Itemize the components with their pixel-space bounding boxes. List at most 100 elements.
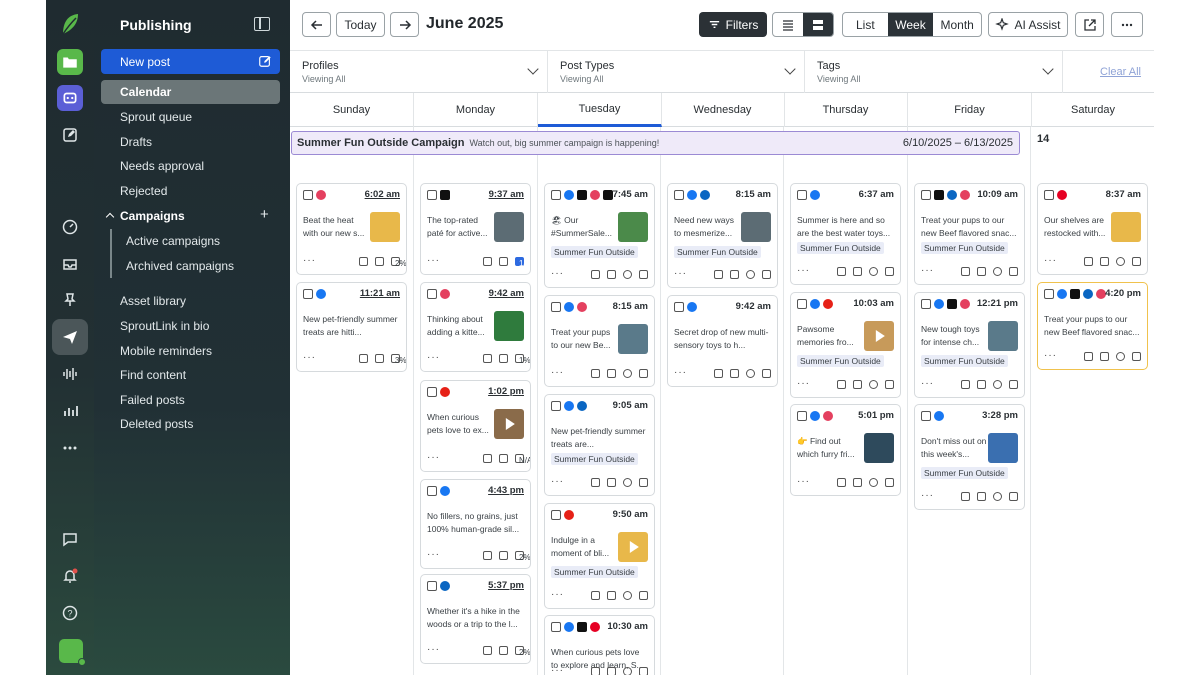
campaign-banner[interactable]: Summer Fun Outside Campaign Watch out, b… (291, 131, 1020, 155)
nav-item-sprout-queue[interactable]: Sprout queue (120, 105, 192, 129)
preview-eye-icon[interactable] (869, 266, 878, 276)
tag-icon[interactable] (591, 477, 600, 487)
nav-item-asset-library[interactable]: Asset library (120, 289, 186, 313)
edit-pencil-icon[interactable] (1009, 379, 1018, 389)
preview-eye-icon[interactable] (993, 491, 1002, 501)
post-card[interactable]: 9:05 am New pet-friendly summer treats ar… (544, 394, 655, 496)
preview-eye-icon[interactable] (746, 368, 755, 378)
post-thumbnail[interactable] (741, 212, 771, 242)
avatar[interactable] (59, 639, 86, 666)
comment-icon[interactable] (977, 266, 986, 276)
today-button[interactable]: Today (336, 12, 385, 37)
post-card[interactable]: 10:30 am When curious pets love to explor… (544, 615, 655, 675)
profiles-filter[interactable]: Profiles Viewing All (290, 51, 548, 93)
add-campaign-icon[interactable]: + (260, 207, 269, 222)
comment-icon[interactable] (607, 666, 616, 675)
tag-icon[interactable] (1084, 351, 1093, 361)
tag-icon[interactable] (961, 379, 970, 389)
pin-icon[interactable] (53, 283, 87, 317)
post-card[interactable]: 9:42 am Thinking about adding a kitte... ·… (420, 282, 531, 372)
nav-item-needs-approval[interactable]: Needs approval (120, 154, 204, 178)
comment-icon[interactable] (607, 477, 616, 487)
comment-icon[interactable] (1100, 351, 1109, 361)
tag-icon[interactable] (483, 453, 492, 463)
tag-icon[interactable] (714, 269, 723, 279)
comment-icon[interactable] (607, 590, 616, 600)
compact-view-icon[interactable] (773, 13, 803, 36)
edit-pencil-icon[interactable] (885, 266, 894, 276)
nav-item-deleted-posts[interactable]: Deleted posts (120, 412, 193, 436)
post-thumbnail[interactable] (618, 324, 648, 354)
comment-icon[interactable] (853, 477, 862, 487)
more-dots-icon[interactable]: ··· (674, 368, 687, 378)
comment-icon[interactable] (1100, 256, 1109, 266)
edit-pencil-icon[interactable] (762, 368, 771, 378)
tag-icon[interactable] (359, 256, 368, 266)
comment-icon[interactable] (730, 269, 739, 279)
view-switcher[interactable]: List Week Month (842, 12, 982, 37)
comment-icon[interactable] (499, 256, 508, 266)
nav-item-calendar[interactable]: Calendar (101, 80, 280, 104)
tag-icon[interactable] (483, 256, 492, 266)
post-card[interactable]: 4:43 pm No fillers, no grains, just 100% … (420, 479, 531, 569)
more-dots-icon[interactable]: ··· (303, 256, 316, 266)
post-card[interactable]: 10:09 am Treat your pups to our new Beef … (914, 183, 1025, 285)
more-dots-icon[interactable]: ··· (551, 269, 564, 279)
more-options-button[interactable] (1111, 12, 1143, 37)
comment-icon[interactable] (730, 368, 739, 378)
preview-eye-icon[interactable] (1116, 256, 1125, 266)
post-card[interactable]: 8:15 am Treat your pups to our new Be... ·… (544, 295, 655, 387)
tag-icon[interactable] (591, 666, 600, 675)
post-card[interactable]: 1:02 pm When curious pets love to ex... ··… (420, 380, 531, 472)
more-dots-icon[interactable]: ··· (551, 590, 564, 600)
post-card[interactable]: 8:37 am Our shelves are restocked with...… (1037, 183, 1148, 275)
tag-icon[interactable] (837, 477, 846, 487)
post-thumbnail[interactable] (370, 212, 400, 242)
preview-eye-icon[interactable] (623, 477, 632, 487)
send-plane-icon[interactable] (52, 319, 88, 355)
comment-icon[interactable] (607, 269, 616, 279)
comment-icon[interactable] (499, 645, 508, 655)
edit-pencil-icon[interactable] (1132, 256, 1141, 266)
tag-icon[interactable] (714, 368, 723, 378)
more-dots-icon[interactable]: ··· (921, 491, 934, 501)
comment-icon[interactable] (607, 368, 616, 378)
tag-icon[interactable] (591, 590, 600, 600)
previous-week-button[interactable] (302, 12, 331, 37)
post-card[interactable]: 5:37 pm Whether it's a hike in the woods … (420, 574, 531, 664)
post-card[interactable]: 5:01 pm 👉 Find out which furry fri... ··· (790, 404, 901, 496)
reports-bar-icon[interactable] (53, 394, 87, 428)
tag-icon[interactable] (591, 368, 600, 378)
edit-pencil-icon[interactable] (762, 269, 771, 279)
more-dots-icon[interactable]: ··· (551, 368, 564, 378)
post-card[interactable]: 6:02 am Beat the heat with our new s... ··… (296, 183, 407, 275)
tag-icon[interactable] (837, 379, 846, 389)
nav-item-rejected[interactable]: Rejected (120, 179, 167, 203)
tags-filter[interactable]: Tags Viewing All (805, 51, 1063, 93)
view-month-button[interactable]: Month (933, 13, 981, 36)
tag-icon[interactable] (483, 550, 492, 560)
notifications-bell-icon[interactable] (53, 559, 87, 593)
preview-eye-icon[interactable] (623, 590, 632, 600)
feedback-icon[interactable] (53, 522, 87, 556)
tag-icon[interactable] (591, 269, 600, 279)
collapse-sidebar-icon[interactable] (254, 17, 270, 31)
more-dots-icon[interactable]: ··· (1044, 256, 1057, 266)
more-dots-icon[interactable]: ··· (551, 666, 564, 675)
preview-eye-icon[interactable] (993, 266, 1002, 276)
tag-icon[interactable] (359, 353, 368, 363)
preview-eye-icon[interactable] (623, 666, 632, 675)
publishing-folder-icon[interactable] (57, 49, 83, 75)
view-list-button[interactable]: List (843, 13, 888, 36)
edit-pencil-icon[interactable] (885, 477, 894, 487)
help-icon[interactable]: ? (53, 596, 87, 630)
post-card[interactable]: 12:21 pm New tough toys for intense ch...… (914, 292, 1025, 398)
edit-pencil-icon[interactable] (1009, 491, 1018, 501)
post-thumbnail[interactable] (618, 212, 648, 242)
comment-icon[interactable] (499, 453, 508, 463)
tag-icon[interactable] (837, 266, 846, 276)
more-dots-icon[interactable]: ··· (427, 550, 440, 560)
view-week-button[interactable]: Week (887, 13, 934, 36)
edit-pencil-icon[interactable] (639, 666, 648, 675)
sprout-logo-icon[interactable] (60, 12, 80, 36)
